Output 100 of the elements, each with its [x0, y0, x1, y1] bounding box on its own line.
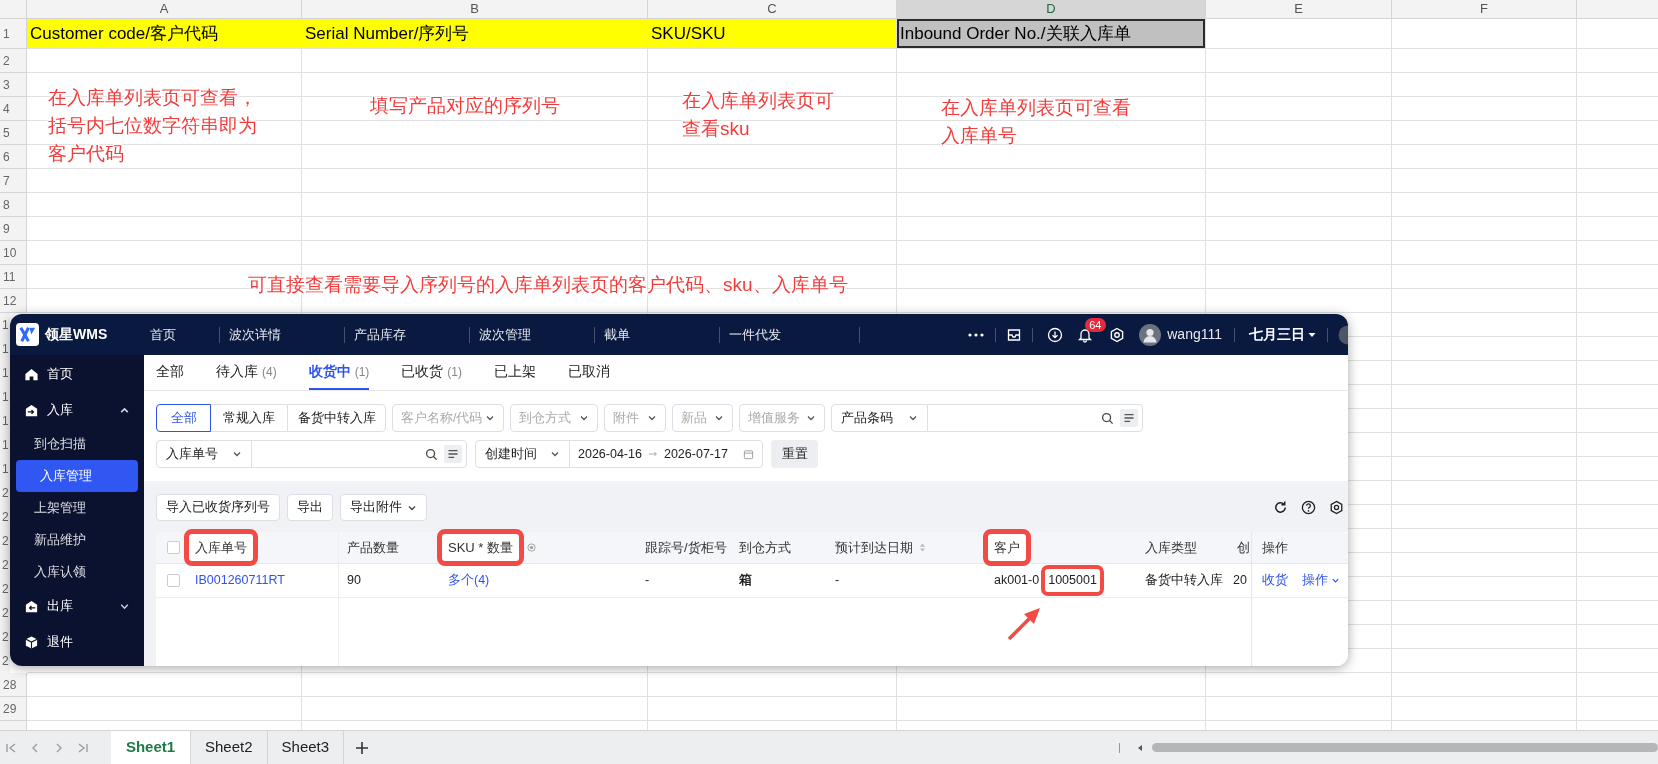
sidebar-item[interactable]: 首页	[10, 356, 144, 392]
row-number[interactable]: 10	[0, 241, 27, 265]
row-number[interactable]: 2	[0, 601, 10, 625]
spreadsheet-cell[interactable]: Customer code/客户代码	[27, 19, 302, 49]
row-number[interactable]: 28	[0, 673, 27, 697]
table-link[interactable]: 多个(4)	[448, 571, 490, 590]
column-header[interactable]: SKU * 数量	[437, 528, 524, 567]
select-field[interactable]: 产品条码	[831, 404, 928, 432]
spreadsheet-cell[interactable]: Inbound Order No./关联入库单	[897, 19, 1206, 49]
row-number[interactable]: 9	[0, 217, 27, 241]
avatar-icon[interactable]	[1139, 323, 1162, 346]
checkbox[interactable]	[167, 541, 180, 554]
spreadsheet-cell[interactable]	[1392, 19, 1577, 49]
row-number[interactable]: 1	[0, 337, 10, 361]
more-icon[interactable]	[967, 331, 986, 338]
sidebar-item[interactable]: 上架管理	[10, 492, 144, 524]
row-number[interactable]: 12	[0, 289, 27, 313]
row-number[interactable]: 1	[0, 385, 10, 409]
sheet-tab[interactable]: Sheet2	[191, 730, 268, 764]
scroll-left-icon[interactable]	[1136, 743, 1144, 752]
segment-button[interactable]: 全部	[156, 404, 211, 432]
row-number[interactable]: 5	[0, 121, 27, 145]
row-number[interactable]: 4	[0, 97, 27, 121]
list-icon[interactable]	[1120, 409, 1138, 427]
sidebar-item[interactable]: 退件	[10, 624, 144, 660]
toolbar-button[interactable]: 导出附件	[340, 494, 427, 521]
date-range-field[interactable]: 2026-04-16 2026-07-17	[569, 440, 763, 468]
nav-link[interactable]: 波次详情	[219, 326, 344, 343]
row-number[interactable]: 1	[0, 409, 10, 433]
search-field[interactable]	[251, 440, 467, 468]
end-date[interactable]: 2026-07-17	[663, 444, 728, 464]
row-number[interactable]: 2	[0, 481, 10, 505]
select-field[interactable]: 入库单号	[156, 440, 252, 468]
nav-link[interactable]: 产品库存	[344, 326, 469, 343]
row-number[interactable]: 1	[0, 19, 27, 49]
sheet-tab[interactable]: Sheet3	[267, 730, 345, 764]
row-number[interactable]: 2	[0, 505, 10, 529]
select-field[interactable]: 创建时间	[475, 440, 570, 468]
row-number[interactable]: 6	[0, 145, 27, 169]
sidebar-item[interactable]: 到仓扫描	[10, 428, 144, 460]
download-icon[interactable]	[1047, 326, 1064, 343]
column-header[interactable]: 产品数量	[347, 537, 399, 558]
refresh-icon[interactable]	[1273, 500, 1288, 515]
column-header[interactable]: 预计到达日期	[835, 537, 913, 558]
row-number[interactable]: 2	[0, 625, 10, 649]
row-number[interactable]: 8	[0, 193, 27, 217]
column-header[interactable]: 入库类型	[1145, 537, 1197, 558]
reset-button[interactable]: 重置	[771, 440, 818, 468]
tab[interactable]: 已收货 (1)	[401, 355, 462, 390]
segment-button[interactable]: 备货中转入库	[287, 404, 386, 432]
spreadsheet-cell[interactable]: SKU/SKU	[648, 19, 897, 49]
sidebar-item[interactable]: 新品维护	[10, 524, 144, 556]
spreadsheet-cell[interactable]: Serial Number/序列号	[302, 19, 648, 49]
segment-button[interactable]: 常规入库	[210, 404, 288, 432]
row-number[interactable]: 1	[0, 457, 10, 481]
row-number[interactable]: 1	[0, 433, 10, 457]
tab[interactable]: 待入库 (4)	[216, 355, 277, 390]
column-header[interactable]: B	[302, 0, 648, 18]
column-header[interactable]: 到仓方式	[739, 537, 791, 558]
start-date[interactable]: 2026-04-16	[578, 444, 642, 464]
row-number[interactable]: 2	[0, 553, 10, 577]
settings-icon[interactable]	[1109, 326, 1126, 343]
column-header[interactable]: 创	[1237, 537, 1250, 558]
tab[interactable]: 已取消	[568, 355, 610, 390]
sidebar-item[interactable]: 入库认领	[10, 556, 144, 588]
column-header[interactable]: E	[1206, 0, 1392, 18]
row-number[interactable]: 2	[0, 649, 10, 673]
horizontal-scrollbar[interactable]	[1152, 743, 1658, 752]
column-header[interactable]: 操作	[1262, 537, 1288, 558]
sidebar-item[interactable]: 入库	[10, 392, 144, 428]
list-icon[interactable]	[444, 445, 462, 463]
sidebar-item[interactable]: 入库管理	[16, 460, 138, 492]
table-link[interactable]: IB001260711RT	[195, 571, 285, 590]
row-number[interactable]: 1	[0, 361, 10, 385]
row-number[interactable]: 2	[0, 529, 10, 553]
date-menu[interactable]: 七月三日	[1249, 324, 1317, 345]
nav-link[interactable]: 首页	[141, 326, 219, 343]
row-number[interactable]: 11	[0, 265, 27, 289]
column-header[interactable]: A	[27, 0, 302, 18]
nav-link[interactable]: 一件代发	[719, 326, 860, 343]
search-icon[interactable]	[425, 447, 438, 461]
inbox-icon[interactable]	[1006, 326, 1023, 343]
search-field[interactable]	[927, 404, 1143, 432]
user-name[interactable]: wang111	[1167, 324, 1222, 345]
row-number[interactable]: 29	[0, 697, 27, 721]
column-header[interactable]: 跟踪号/货柜号	[645, 537, 727, 558]
add-sheet-icon[interactable]	[354, 739, 371, 756]
tab[interactable]: 已上架	[494, 355, 536, 390]
nav-link[interactable]: 截单	[594, 326, 719, 343]
search-icon[interactable]	[1101, 411, 1114, 425]
row-number[interactable]: 2	[0, 577, 10, 601]
tab[interactable]: 全部	[156, 355, 184, 390]
checkbox[interactable]	[167, 574, 180, 587]
action-dropdown[interactable]: 操作	[1302, 571, 1340, 590]
row-number[interactable]: 1	[0, 313, 10, 337]
column-header[interactable]: F	[1392, 0, 1577, 18]
row-number[interactable]: 3	[0, 73, 27, 97]
toolbar-button[interactable]: 导入已收货序列号	[156, 494, 280, 521]
sidebar-item[interactable]: 出库	[10, 588, 144, 624]
row-number[interactable]: 7	[0, 169, 27, 193]
